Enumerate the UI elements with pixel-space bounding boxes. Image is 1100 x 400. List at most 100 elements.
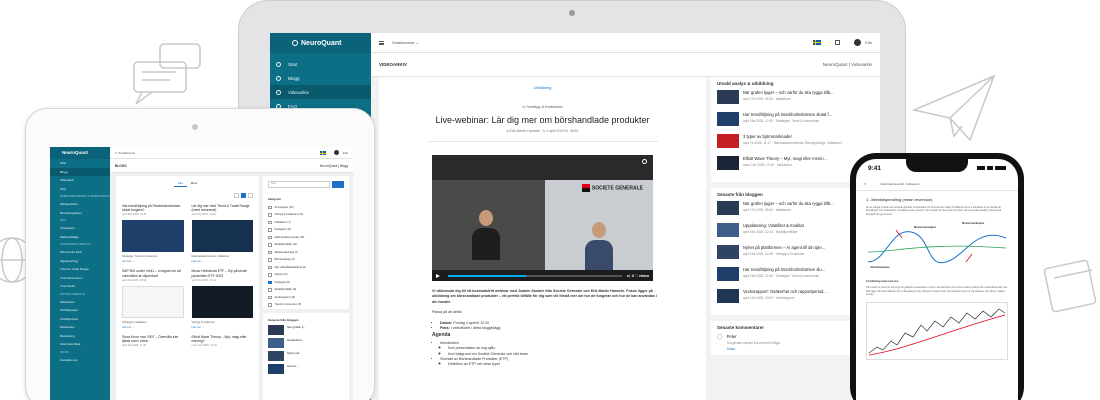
card-title[interactable]: Music Heinatoria ETF – Kip på utvalt pyr… [192,269,254,277]
swedish-flag-icon[interactable] [319,150,326,155]
sidebar-item[interactable]: Kontakta oss [50,356,110,365]
sidebar-item[interactable]: Videoarkiv [50,176,110,185]
checkbox[interactable] [268,280,272,284]
checkbox[interactable] [268,213,272,217]
sidebar-item[interactable]: Start [50,159,110,168]
breadcrumb[interactable]: NeuroQuant | Blogg [320,164,348,168]
blog-card[interactable]: Lär dig mer med Trend & Trade Range (mes… [191,204,254,263]
tab-all[interactable]: Alla [173,180,187,187]
checkbox[interactable] [268,243,272,247]
reply-link[interactable]: Svara [727,347,781,351]
card-image[interactable] [122,220,184,253]
thumbnail-image[interactable] [717,156,739,170]
article-category[interactable]: ▭ Verktyg & funktioner [379,104,706,109]
filter-checkbox-row[interactable]: Strategier (8) [268,279,344,287]
fullscreen-icon[interactable] [835,40,841,45]
filter-checkbox-row[interactable]: Aktiebevakningar (7) [268,249,344,257]
card-title[interactable]: S&P 500 under 4m11 – ni signal om att va… [122,269,184,277]
filter-checkbox-row[interactable]: Modellportföljer (11) [268,241,344,249]
thumbnail-image[interactable] [717,90,739,104]
sidebar-item-blogg[interactable]: Blogg [270,71,371,85]
card-title[interactable]: Elliott Wave Theory – Myt, magi eller me… [192,335,254,343]
hamburger-menu-icon[interactable] [379,40,384,45]
user-avatar[interactable] [333,150,339,155]
checkbox[interactable] [268,235,272,239]
user-name[interactable]: Erik [865,40,872,45]
thumbnail-image[interactable] [717,201,739,215]
filter-checkbox-row[interactable]: AI Analysen (10) [268,204,344,212]
card-category[interactable]: Verktyg & funktioner [192,321,254,324]
category-badge[interactable]: Utbildning [379,85,706,90]
featured-item[interactable]: 3 typer av björnmarknader april 7a 2025, … [717,134,874,153]
search-input[interactable]: Sök... [268,181,330,188]
checkbox[interactable] [268,303,272,307]
settings-icon[interactable]: ⚙ [631,274,634,278]
quick-access-dropdown[interactable]: Snabbkomst [118,151,135,155]
filter-icon[interactable] [248,193,253,198]
checkbox[interactable] [268,228,272,232]
tab-most[interactable]: Mest [187,180,202,187]
sidebar-item-start[interactable]: Start [270,57,371,71]
checkbox[interactable] [268,273,272,277]
read-more-link[interactable]: Läs mer → [192,260,254,263]
sidebar-item[interactable]: Aktieboken [50,298,110,307]
latest-item[interactable]: Nyhet på ... [268,351,344,361]
blog-card[interactable]: Elliott Wave Theory – Myt, magi eller me… [192,335,254,347]
checkbox[interactable] [268,265,272,269]
filter-checkbox-row[interactable]: Trend & momentum (5) [268,301,344,309]
sidebar-item-videoarkiv[interactable]: Videoarkiv [270,85,371,99]
breadcrumb[interactable]: NeuroQuant | Videoarkiv [823,62,872,67]
latest-item[interactable]: Uppdaterin... [268,338,344,348]
close-icon[interactable]: ✕ [864,182,867,186]
sidebar-item[interactable]: Användare [50,224,110,233]
blog-card[interactable]: Har trendföljning på Stockholmsbörsen sl… [122,204,184,263]
filter-checkbox-row[interactable]: Nyheter (9) [268,271,344,279]
thumbnail-image[interactable] [717,112,739,126]
brand-logo[interactable]: NeuroQuant [270,33,371,53]
video-progress-bar[interactable] [448,274,622,277]
thumbnail-image[interactable] [717,134,739,148]
video-player[interactable]: SOCIETE GENERALE ◄) ⚙ ⛶ vimeo [432,155,653,281]
fullscreen-icon[interactable]: ⛶ [635,274,637,278]
sidebar-item[interactable]: Trend & Trade Range [50,265,110,274]
filter-checkbox-row[interactable]: Nyh. Aktierådsartiklarna (0) [268,264,344,272]
user-name[interactable]: Erik [343,151,348,155]
sidebar-item[interactable]: Trust Momentum [50,274,110,283]
item-title[interactable]: Har trendföljning på Stockholmsbörsen sl… [743,112,874,117]
latest-title[interactable]: När grafen lj... [287,325,306,335]
card-category[interactable]: Strategier, Trend & momentum [122,255,184,258]
checkbox[interactable] [268,250,272,254]
filter-checkbox-row[interactable]: Strategier (14) [268,226,344,234]
checkbox[interactable] [268,205,272,209]
card-image[interactable] [191,285,253,318]
read-more-link[interactable]: Läs mer → [122,326,184,329]
featured-item[interactable]: När grafen ljuger – och varför du ska ry… [717,90,874,109]
read-more-link[interactable]: Läs mer → [122,260,184,263]
card-category[interactable]: Marknadskommentar, Indikatorer [192,255,254,258]
sidebar-item[interactable]: Portföljrevisor [50,315,110,324]
checkbox[interactable] [268,258,272,262]
blog-card[interactable]: Stora Krom mar 2007 – Övervåla inte tjän… [122,335,184,347]
grid-view-icon[interactable] [234,193,239,198]
filter-checkbox-row[interactable]: Verktyg & funktioner (12) [268,211,344,219]
user-avatar[interactable] [854,39,862,46]
item-title[interactable]: Elliott Wave Theory – Myt, magi eller me… [743,156,874,161]
card-category[interactable]: Strategier, Indikatorer [122,321,184,324]
thumbnail-image[interactable] [717,245,739,259]
sidebar-item[interactable]: Historiska Data [50,340,110,349]
item-title[interactable]: 3 typer av björnmarknader [743,134,874,139]
blog-card[interactable]: Music Heinatoria ETF – Kip på utvalt pyr… [191,269,254,329]
sidebar-item[interactable]: Bevakningslistor [50,209,110,218]
thumbnail-image[interactable] [717,267,739,281]
sidebar-item[interactable]: FAQ [50,185,110,194]
thumbnail-image[interactable] [268,338,284,348]
thumbnail-image[interactable] [268,364,284,374]
checkbox[interactable] [268,295,272,299]
sidebar-item[interactable]: Signalverktyg [50,257,110,266]
play-icon[interactable] [436,273,440,278]
vimeo-logo[interactable]: vimeo [639,274,649,278]
blog-card[interactable]: S&P 500 under 4m11 – ni signal om att va… [122,269,184,329]
sidebar-item[interactable]: Aktiegenlistor [50,200,110,209]
sidebar-item[interactable]: Bokstaving [50,332,110,341]
sidebar-item[interactable]: Trust Swell [50,282,110,291]
